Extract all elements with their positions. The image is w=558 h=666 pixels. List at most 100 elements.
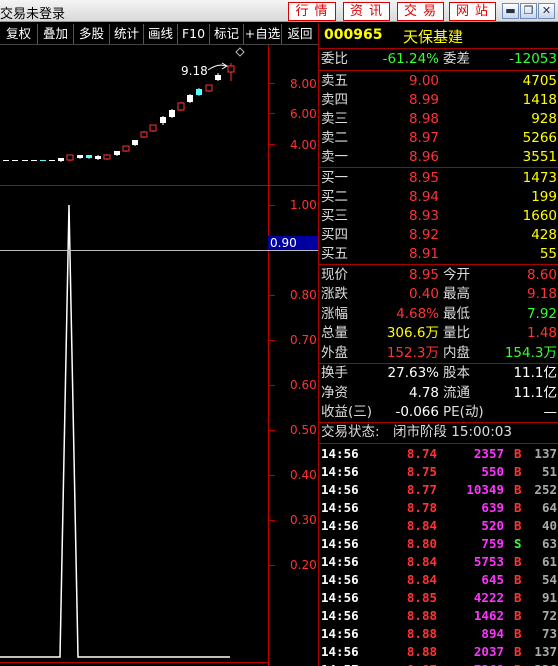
trade-row: 14:56 8.85 4222 B 91 [319,589,558,607]
fundamental-value: 11.1亿 [513,365,557,381]
trade-price: 8.87 [407,661,437,666]
ask-level-3-row[interactable]: 卖三 8.98 928 [319,110,558,129]
toolbar-button-mark[interactable]: 标记 [210,24,244,44]
trade-side: B [514,644,522,659]
weibi-row: 委比 -61.24% 委差 -12053 [319,50,558,69]
trade-side: B [514,590,522,605]
ask-level-2-row[interactable]: 卖二 8.97 5266 [319,129,558,148]
toolbar-button-overlay[interactable]: 叠加 [38,24,74,44]
fundamental-value: 11.1亿 [513,384,557,401]
minimize-icon[interactable]: ▬ [502,3,519,19]
stat-value: 1.48 [526,325,557,342]
price-tick-600: 6.00 [290,107,317,121]
stat-value: 8.95 [408,267,439,283]
toolbar-button-restore-rights[interactable]: 复权 [0,24,38,44]
stat-value: 154.3万 [504,344,557,361]
indicator-tick: 0.30 [290,513,317,527]
stat-label: 现价 [321,267,348,283]
ask-level-1-price: 8.96 [408,149,439,165]
bid-level-4-row[interactable]: 买四 8.92 428 [319,226,558,245]
close-icon[interactable]: ✕ [538,3,555,19]
ask-level-4-row[interactable]: 卖四 8.99 1418 [319,91,558,110]
trade-side: B [514,626,522,641]
candle-body [177,102,185,111]
peak-arrow-icon [207,64,227,71]
nav-quotes-button[interactable]: 行情 [288,2,336,21]
trade-side: B [514,572,522,587]
stat-row: 涨跌 0.40 最高 9.18 [319,285,558,304]
stat-value: 8.60 [526,267,557,283]
ask-level-3-label: 卖三 [321,111,348,127]
indicator-tick: 0.70 [290,333,317,347]
trade-count: 137 [534,446,557,461]
fundamental-row: 换手 27.63% 股本 11.1亿 [319,364,558,383]
candle-body [169,110,175,117]
nav-trade-button[interactable]: 交易 [397,2,444,21]
stat-label: 总量 [321,325,348,342]
restore-icon[interactable]: ❐ [520,3,537,19]
bid-level-1-row[interactable]: 买一 8.95 1473 [319,169,558,188]
trade-count: 226 [534,661,557,666]
stock-name: 天保基建 [403,28,464,46]
trade-price: 8.74 [406,446,437,461]
ask-level-5-price: 9.00 [408,73,439,89]
candle-body [66,154,74,161]
trade-volume: 2357 [473,446,504,461]
toolbar-button-draw-line[interactable]: 画线 [144,24,178,44]
ask-level-1-row[interactable]: 卖一 8.96 3551 [319,148,558,167]
stat-label: 最高 [443,286,470,303]
toolbar-button-back[interactable]: 返回 [282,24,318,44]
trade-volume: 10349 [466,482,504,497]
stat-label: 涨幅 [321,305,348,322]
chart-toolbar: 复权 叠加 多股 统计 画线 F10 标记 +自选 返回 [0,23,318,45]
candle-body [22,160,28,161]
bid-level-3-price: 8.93 [408,208,439,224]
trade-volume: 759 [481,536,504,551]
trade-volume: 894 [481,626,504,641]
trade-volume: 5753 [473,554,504,569]
trade-row: 14:56 8.84 645 B 54 [319,571,558,589]
diamond-icon[interactable] [235,47,245,57]
stat-label: 最低 [443,305,470,322]
chart-area[interactable]: 8.00 6.00 4.00 9.18 1.00 0.80 0.70 0.60 0.50… [0,45,318,666]
candle-body [215,75,221,80]
trade-count: 72 [541,608,557,623]
trade-time: 14:56 [321,518,359,533]
toolbar-button-statistics[interactable]: 统计 [110,24,144,44]
ask-level-5-row[interactable]: 卖五 9.00 4705 [319,72,558,91]
trade-price: 8.84 [406,518,437,533]
stat-value: 9.18 [526,286,557,303]
trade-time: 14:56 [321,590,359,605]
ask-level-1-volume: 3551 [522,149,557,165]
ask-level-3-price: 8.98 [408,111,439,127]
ask-level-1-label: 卖一 [321,149,348,165]
bid-level-1-volume: 1473 [522,170,557,186]
toolbar-button-f10[interactable]: F10 [178,24,210,44]
trade-volume: 7368 [474,661,504,666]
ask-level-5-label: 卖五 [321,73,348,89]
toolbar-button-add-favorite[interactable]: +自选 [244,24,282,44]
candle-body [77,155,83,158]
bid-level-5-label: 买五 [321,246,348,262]
bid-level-2-row[interactable]: 买二 8.94 199 [319,188,558,207]
fundamental-label: 股本 [443,365,470,381]
trade-side: B [514,446,522,461]
toolbar-button-multi-stock[interactable]: 多股 [74,24,110,44]
trade-volume: 550 [481,464,504,479]
stat-value: 4.68% [396,305,439,322]
weicha-value: -12053 [509,51,557,67]
stat-row: 外盘 152.3万 内盘 154.3万 [319,344,558,363]
trade-row: 14:56 8.84 5753 B 61 [319,553,558,571]
nav-website-button[interactable]: 网站 [449,2,496,21]
ask-level-4-label: 卖四 [321,92,348,108]
trade-row: 14:56 8.77 10349 B 252 [319,481,558,499]
bid-level-3-row[interactable]: 买三 8.93 1660 [319,207,558,226]
trade-row: 14:56 8.74 2357 B 137 [319,445,558,463]
stock-header: 000965 天保基建 [319,23,558,48]
fundamental-value: 27.63% [387,365,439,381]
trade-count: 137 [534,644,557,659]
nav-news-button[interactable]: 资讯 [343,2,390,21]
bid-level-2-price: 8.94 [408,189,439,205]
trade-price: 8.75 [406,464,437,479]
bid-level-5-row[interactable]: 买五 8.91 55 [319,245,558,264]
